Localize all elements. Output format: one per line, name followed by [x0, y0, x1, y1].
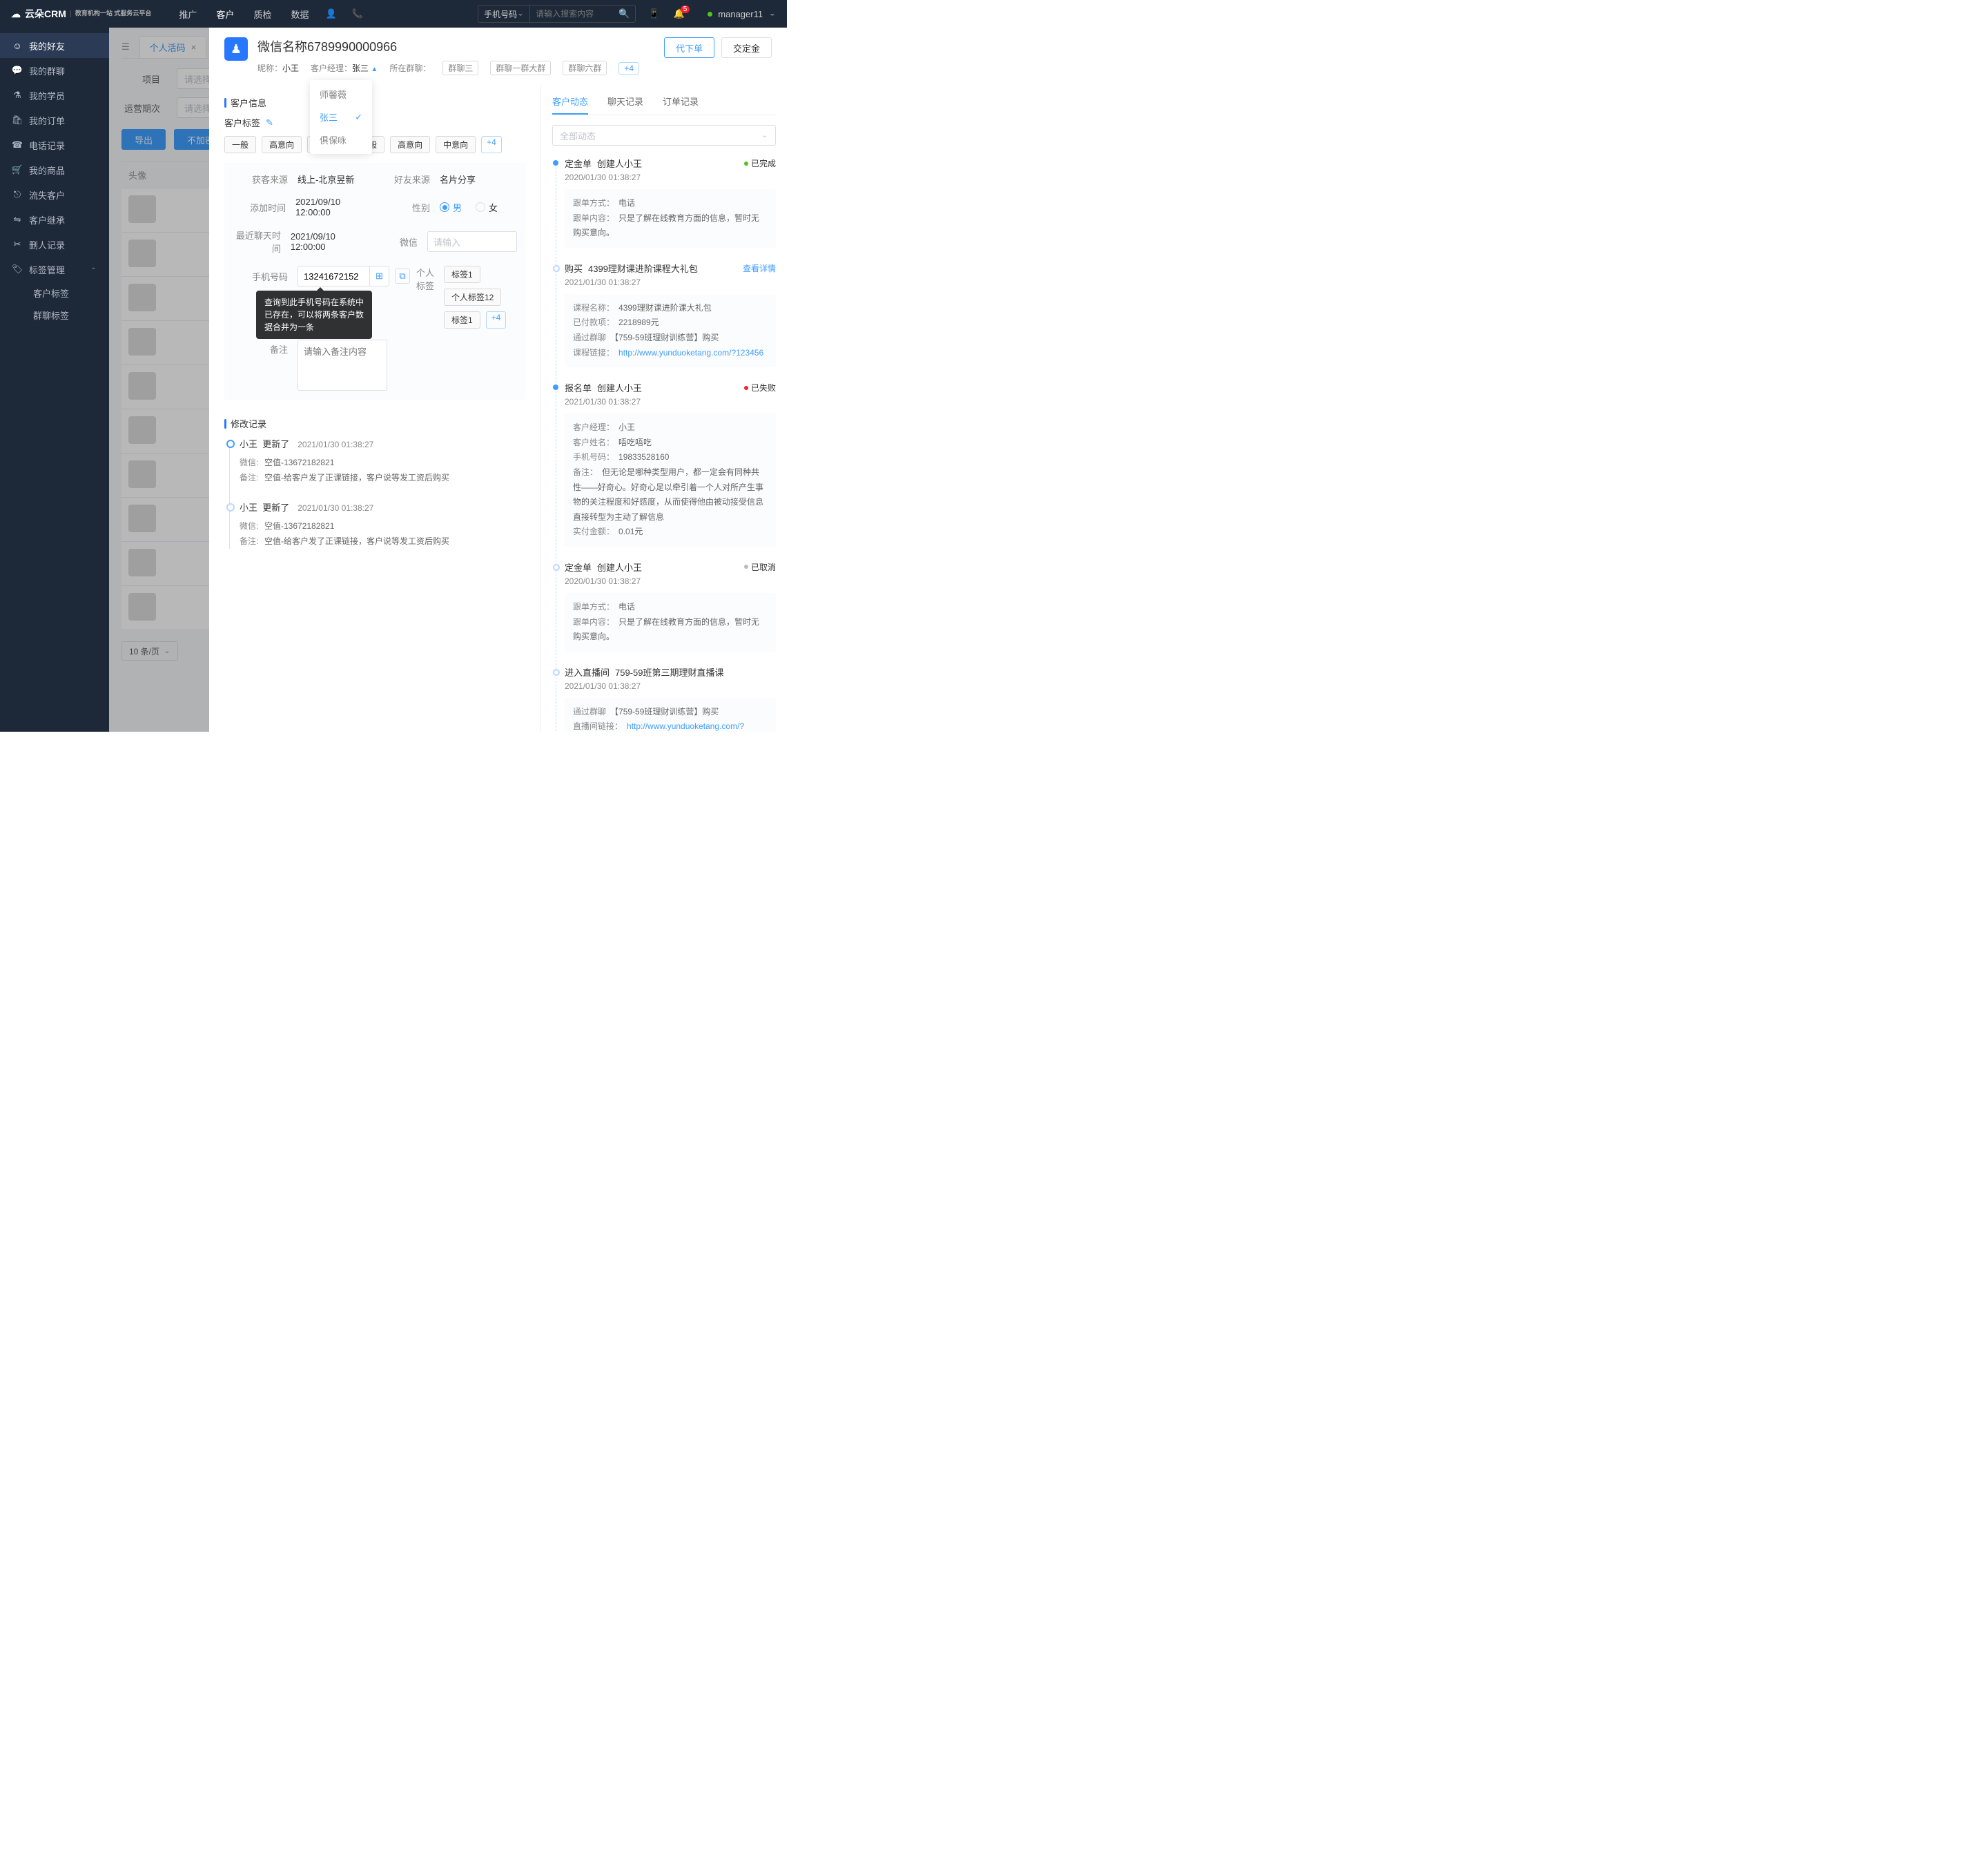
sidebar-item-groups[interactable]: 💬我的群聊	[0, 58, 109, 83]
top-nav: 推广 客户 质检 数据	[179, 8, 309, 21]
changelog-item: 小王 更新了2021/01/30 01:38:27 微信:空值-13672182…	[240, 500, 525, 549]
manager-dropdown-trigger[interactable]: ▲	[371, 66, 378, 73]
activity-item: 定金单创建人小王已完成 2020/01/30 01:38:27 跟单方式：电话跟…	[565, 157, 776, 248]
friend-source-value: 名片分享	[440, 173, 476, 186]
sidebar: ☺我的好友 💬我的群聊 ⚗我的学员 🛍我的订单 ☎电话记录 🛒我的商品 ⎋流失客…	[0, 28, 109, 732]
manager-dropdown: 师馨薇 张三✓ 俱保咏	[310, 80, 372, 154]
check-icon: ✓	[355, 112, 362, 123]
dd-item[interactable]: 俱保咏	[310, 128, 372, 151]
wechat-input[interactable]: 请输入	[427, 231, 517, 252]
logo: ☁ 云朵CRM 教育机构一站 式服务云平台	[11, 7, 151, 21]
sidebar-item-goods[interactable]: 🛒我的商品	[0, 157, 109, 182]
personal-tag[interactable]: 个人标签12	[444, 289, 501, 306]
add-time-value: 2021/09/10 12:00:00	[295, 197, 375, 217]
radio-male[interactable]: 男	[440, 201, 462, 214]
phone-input[interactable]	[298, 266, 370, 286]
cart-icon: 🛒	[12, 164, 22, 175]
personal-tag[interactable]: 标签1	[444, 266, 480, 283]
last-chat-value: 2021/09/10 12:00:00	[291, 231, 362, 252]
phone-copy-icon[interactable]: ⧉	[395, 269, 410, 284]
nav-customer[interactable]: 客户	[216, 8, 234, 21]
tags-label: 客户标签	[224, 116, 260, 129]
deposit-button[interactable]: 交定金	[721, 37, 772, 58]
search-type-select[interactable]: 手机号码⌄	[478, 6, 530, 22]
nav-promote[interactable]: 推广	[179, 8, 197, 21]
sidebar-item-delete[interactable]: ✂删人记录	[0, 232, 109, 257]
user-icon[interactable]: 👤	[325, 8, 336, 19]
sidebar-item-friends[interactable]: ☺我的好友	[0, 33, 109, 58]
chat-icon: 💬	[12, 65, 22, 76]
tag-icon: 🏷	[12, 264, 22, 275]
sidebar-sub-cust-tags[interactable]: 客户标签	[0, 282, 109, 304]
top-search: 手机号码⌄ 🔍	[478, 5, 636, 23]
dd-item[interactable]: 师馨薇	[310, 83, 372, 106]
rtab-orders[interactable]: 订单记录	[663, 89, 699, 115]
activity-item: 定金单创建人小王已取消 2020/01/30 01:38:27 跟单方式：电话跟…	[565, 561, 776, 652]
phone-icon[interactable]: 📞	[352, 8, 363, 19]
course-link[interactable]: http://www.yunduoketang.com/?123456	[618, 348, 763, 358]
search-input[interactable]	[530, 6, 613, 22]
drawer-title: 微信名称6789990000966	[257, 37, 654, 55]
phone-icon: ☎	[12, 139, 22, 150]
group-pill[interactable]: 群聊六群	[563, 61, 607, 75]
cust-tag[interactable]: 高意向	[262, 136, 302, 153]
bell-icon[interactable]: 🔔5	[674, 8, 694, 19]
cust-tag[interactable]: 一般	[224, 136, 256, 153]
radio-female[interactable]: 女	[476, 201, 498, 214]
exit-icon: ⎋	[12, 189, 22, 200]
personal-tag[interactable]: 标签1	[444, 311, 480, 329]
phone-tooltip: 查询到此手机号码在系统中已存在，可以将两条客户数据合并为一条	[256, 291, 372, 339]
group-pill[interactable]: 群聊一群大群	[490, 61, 551, 75]
sidebar-sub-group-tags[interactable]: 群聊标签	[0, 304, 109, 326]
search-icon[interactable]: 🔍	[613, 6, 635, 22]
chevron-up-icon: ⌃	[90, 266, 97, 272]
nav-data[interactable]: 数据	[291, 8, 309, 21]
activity-item: 进入直播间759-59班第三期理财直播课 2021/01/30 01:38:27…	[565, 665, 776, 732]
user-menu[interactable]: manager11⌄	[708, 8, 776, 19]
changelog-item: 小王 更新了2021/01/30 01:38:27 微信:空值-13672182…	[240, 437, 525, 485]
funnel-icon: ⚗	[12, 90, 22, 101]
rtab-chatlog[interactable]: 聊天记录	[607, 89, 643, 115]
swap-icon: ⇋	[12, 214, 22, 225]
smile-icon: ☺	[12, 41, 22, 51]
wechat-icon: ♟	[224, 37, 248, 61]
cut-icon: ✂	[12, 239, 22, 250]
nav-qc[interactable]: 质检	[253, 8, 271, 21]
source-value: 线上-北京昱新	[298, 173, 354, 186]
dd-item[interactable]: 张三✓	[310, 106, 372, 128]
group-pill[interactable]: 群聊三	[442, 61, 478, 75]
sidebar-item-calls[interactable]: ☎电话记录	[0, 133, 109, 157]
sidebar-item-inherit[interactable]: ⇋客户继承	[0, 207, 109, 232]
customer-drawer: ♟ 微信名称6789990000966 昵称：小王 客户经理：张三 ▲ 师馨薇 …	[209, 28, 787, 732]
sidebar-item-tags[interactable]: 🏷标签管理⌃	[0, 257, 109, 282]
activity-item: 购买4399理财课进阶课程大礼包查看详情 2021/01/30 01:38:27…	[565, 262, 776, 367]
sidebar-item-lost[interactable]: ⎋流失客户	[0, 182, 109, 207]
status-dot	[708, 12, 712, 17]
rtab-activity[interactable]: 客户动态	[552, 89, 588, 115]
sidebar-item-students[interactable]: ⚗我的学员	[0, 83, 109, 108]
section-changes: 修改记录	[224, 417, 525, 430]
top-bar: ☁ 云朵CRM 教育机构一站 式服务云平台 推广 客户 质检 数据 👤 📞 手机…	[0, 0, 787, 28]
activity-filter-select[interactable]: 全部动态⌄	[552, 125, 776, 146]
mobile-icon[interactable]: 📱	[648, 8, 659, 19]
edit-tags-icon[interactable]: ✎	[266, 117, 273, 128]
cust-tag[interactable]: 中意向	[436, 136, 476, 153]
view-detail-link[interactable]: 查看详情	[743, 262, 776, 274]
order-button[interactable]: 代下单	[664, 37, 714, 58]
ptag-more[interactable]: +4	[486, 311, 507, 329]
section-info: 客户信息	[224, 96, 525, 109]
cloud-icon: ☁	[11, 8, 21, 20]
remark-textarea[interactable]	[298, 340, 387, 391]
sidebar-item-orders[interactable]: 🛍我的订单	[0, 108, 109, 133]
group-more[interactable]: +4	[618, 62, 639, 75]
activity-item: 报名单创建人小王已失败 2021/01/30 01:38:27 客户经理：小王客…	[565, 381, 776, 547]
tag-more[interactable]: +4	[481, 136, 502, 153]
cust-tag[interactable]: 高意向	[390, 136, 430, 153]
bag-icon: 🛍	[12, 115, 22, 126]
phone-lookup-icon[interactable]: ⊞	[370, 266, 389, 286]
